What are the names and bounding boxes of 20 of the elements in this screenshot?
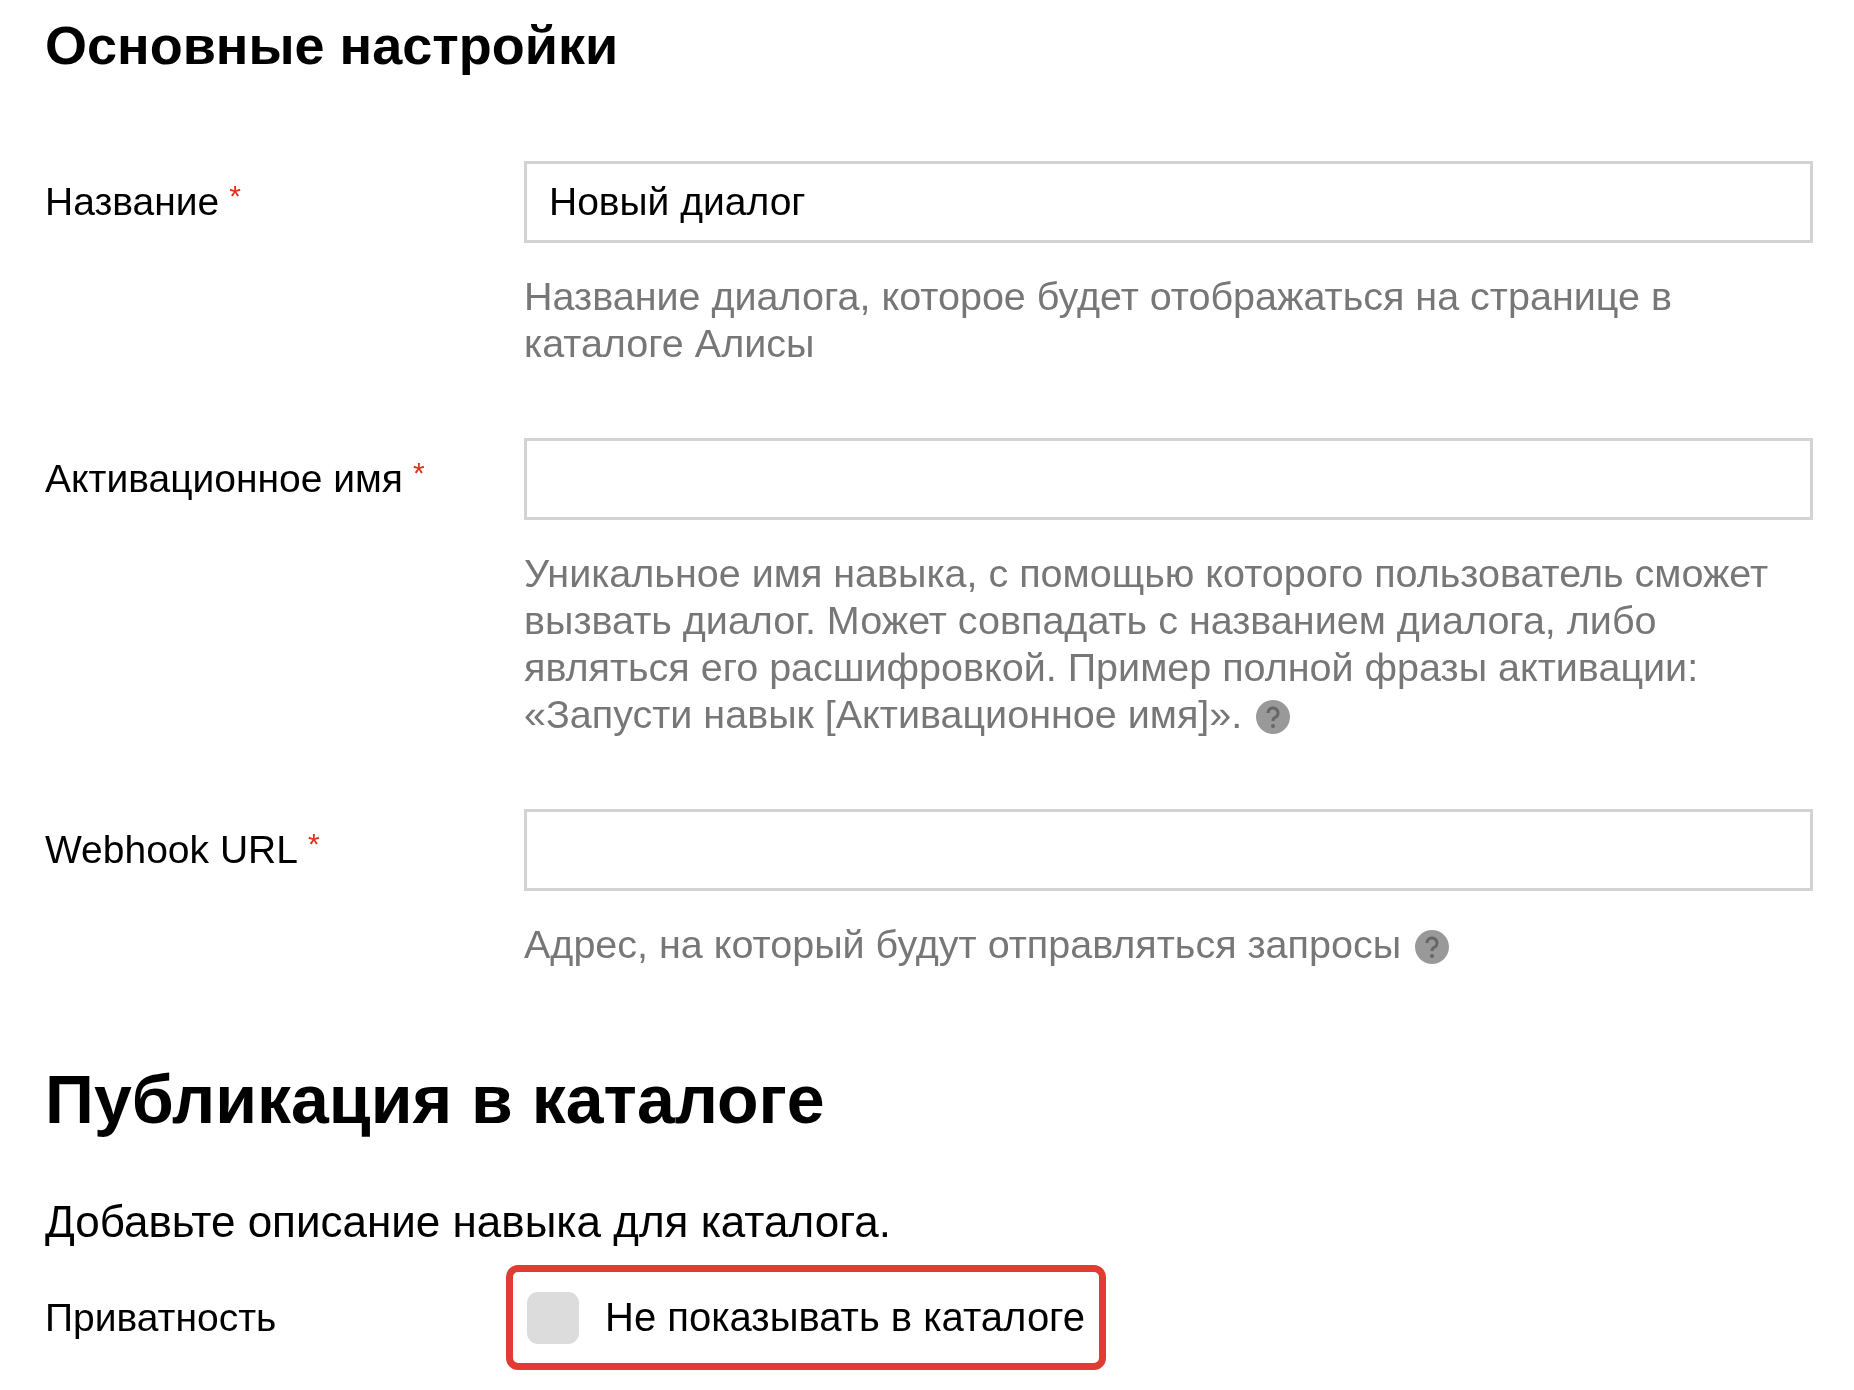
section-description: Добавьте описание навыка для каталога. xyxy=(45,1198,892,1245)
field-hint: Уникальное имя навыка, с помощью которого пользователь сможет вызвать диалог. Может совпадать с названием диалога, либо являться его расшифровкой. Пример полной фразы активации: «Запусти навык [Активационное имя]». xyxy=(524,550,1770,738)
text-input[interactable] xyxy=(524,809,1813,891)
text-input[interactable]: Новый диалог xyxy=(524,161,1813,243)
field-label: Активационное имя xyxy=(45,457,403,501)
required-mark: * xyxy=(307,827,320,861)
checkbox-label: Не показывать в каталоге xyxy=(605,1295,1086,1340)
section-heading: Публикация в каталоге xyxy=(45,1060,826,1139)
section-heading: Основные настройки xyxy=(45,14,620,76)
required-mark: * xyxy=(229,179,241,213)
required-mark: * xyxy=(412,456,425,490)
help-icon[interactable] xyxy=(1415,930,1450,964)
field-label: Название xyxy=(45,180,220,224)
field-label: Webhook URL xyxy=(45,828,298,872)
checkbox[interactable] xyxy=(527,1291,579,1344)
text-input[interactable] xyxy=(524,438,1813,520)
help-icon[interactable] xyxy=(1256,700,1291,734)
field-label: Приватность xyxy=(45,1295,278,1340)
field-hint: Название диалога, которое будет отображаться на странице в каталоге Алисы xyxy=(524,273,1673,367)
field-hint: Адрес, на который будут отправляться запросы xyxy=(524,921,1813,968)
